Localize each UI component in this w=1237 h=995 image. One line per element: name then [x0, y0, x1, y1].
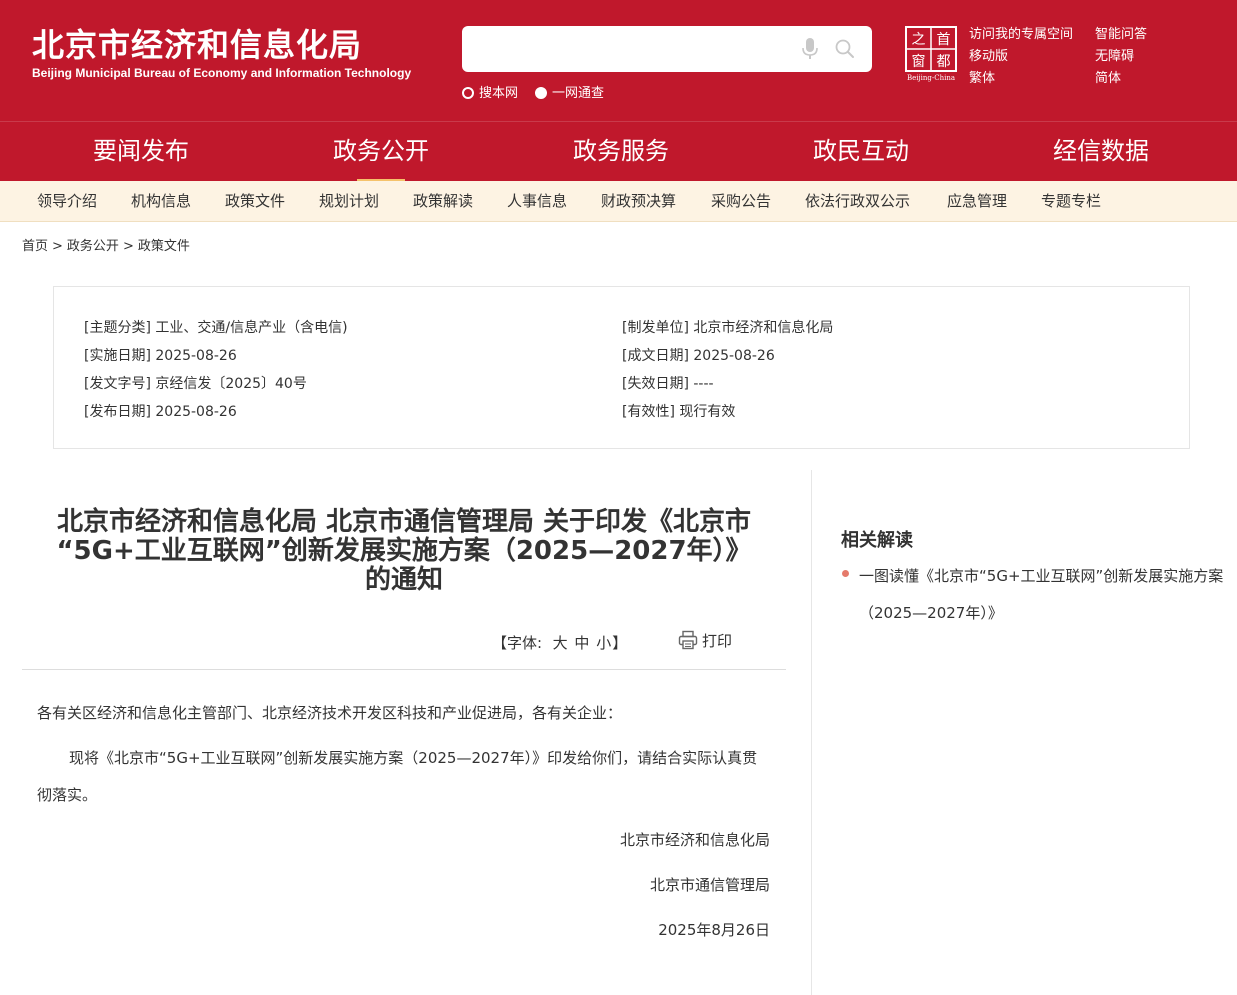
font-small-button[interactable]: 小	[596, 634, 611, 652]
breadcrumb-policy-files[interactable]: 政策文件	[138, 239, 190, 254]
svg-text:首: 首	[937, 32, 951, 48]
search-scope-all[interactable]: 一网通查	[535, 82, 604, 101]
sub-nav-admin-disclosure[interactable]: 依法行政双公示	[805, 181, 910, 221]
article-body: 现将《北京市“5G+工业互联网”创新发展实施方案（2025—2027年）》印发给…	[37, 749, 758, 804]
sub-nav-personnel[interactable]: 人事信息	[507, 181, 567, 221]
breadcrumb-gov-affairs[interactable]: 政务公开	[67, 239, 119, 254]
microphone-icon[interactable]	[802, 38, 818, 60]
info-implement-date: [实施日期] 2025-08-26	[84, 348, 237, 364]
link-mobile[interactable]: 移动版	[969, 45, 1008, 64]
bullet-dot-icon	[842, 570, 849, 577]
breadcrumb-separator: >	[122, 239, 134, 254]
sub-nav-organization[interactable]: 机构信息	[131, 181, 191, 221]
link-smart-qa[interactable]: 智能问答	[1095, 23, 1147, 42]
main-nav-gov-affairs[interactable]: 政务公开	[281, 122, 481, 182]
article-greeting: 各有关区经济和信息化主管部门、北京经济技术开发区科技和产业促进局，各有关企业：	[37, 704, 623, 722]
radio-selected-icon	[535, 86, 547, 99]
sub-nav-policy-interpretation[interactable]: 政策解读	[413, 181, 473, 221]
sub-nav-budget[interactable]: 财政预决算	[601, 181, 676, 221]
signer-bureau: 北京市经济和信息化局	[619, 831, 770, 849]
link-accessibility[interactable]: 无障碍	[1095, 45, 1134, 64]
main-nav-interaction[interactable]: 政民互动	[761, 122, 961, 182]
breadcrumb-separator: >	[52, 239, 63, 254]
info-doc-number: [发文字号] 京经信发〔2025〕40号	[84, 376, 307, 392]
sub-nav-plans[interactable]: 规划计划	[319, 181, 379, 221]
svg-text:Beijing-China: Beijing-China	[907, 74, 955, 82]
article-title: 北京市经济和信息化局 北京市通信管理局 关于印发《北京市 “5G+工业互联网”创…	[22, 508, 786, 595]
font-large-button[interactable]: 大	[553, 634, 568, 652]
sub-nav-topics[interactable]: 专题专栏	[1041, 181, 1101, 221]
related-interpretation-title: 相关解读	[841, 530, 913, 551]
main-nav: 要闻发布 政务公开 政务服务 政民互动 经信数据	[0, 121, 1237, 182]
article-divider	[22, 669, 786, 670]
link-personal-space[interactable]: 访问我的专属空间	[969, 23, 1073, 42]
font-size-control: 【字体: 大 中 小】	[492, 632, 627, 653]
info-issuer: [制发单位] 北京市经济和信息化局	[622, 320, 834, 336]
breadcrumb-home[interactable]: 首页	[22, 239, 48, 254]
main-nav-data[interactable]: 经信数据	[1001, 122, 1201, 182]
printer-icon	[678, 630, 698, 649]
article-title-line: 北京市经济和信息化局 北京市通信管理局 关于印发《北京市	[56, 507, 752, 537]
search-scope-site[interactable]: 搜本网	[462, 82, 518, 101]
link-traditional[interactable]: 繁体	[969, 67, 995, 86]
svg-text:之: 之	[912, 32, 926, 48]
search-scope-all-label: 一网通查	[552, 86, 605, 101]
sub-nav-policy-files[interactable]: 政策文件	[225, 181, 285, 221]
capital-window-logo[interactable]: 之 首 窗 都 Beijing-China	[904, 26, 958, 82]
site-logo-en: Beijing Municipal Bureau of Economy and …	[32, 66, 412, 80]
link-simplified[interactable]: 简体	[1095, 67, 1121, 86]
sub-nav: 领导介绍 机构信息 政策文件 规划计划 政策解读 人事信息 财政预决算 采购公告…	[0, 181, 1237, 222]
print-label: 打印	[702, 632, 733, 650]
font-medium-button[interactable]: 中	[574, 634, 589, 652]
document-info-box	[53, 286, 1190, 449]
sub-nav-emergency[interactable]: 应急管理	[947, 181, 1007, 221]
info-publish-date: [发布日期] 2025-08-26	[84, 404, 237, 420]
print-button[interactable]: 打印	[678, 630, 732, 652]
article-title-line: 的通知	[364, 565, 443, 595]
search-scope-site-label: 搜本网	[479, 86, 519, 101]
sign-date: 2025年8月26日	[658, 921, 770, 939]
info-validity: [有效性] 现行有效	[622, 404, 736, 420]
site-header: 北京市经济和信息化局 Beijing Municipal Bureau of E…	[0, 0, 1237, 121]
article-title-line: “5G+工业互联网”创新发展实施方案（2025—2027年）》	[56, 536, 752, 566]
main-nav-news[interactable]: 要闻发布	[41, 122, 241, 182]
column-divider	[811, 470, 812, 995]
radio-unselected-icon	[462, 86, 474, 99]
sub-nav-leaders[interactable]: 领导介绍	[37, 181, 97, 221]
main-nav-services[interactable]: 政务服务	[521, 122, 721, 182]
info-topic: [主题分类] 工业、交通/信息产业（含电信)	[84, 320, 348, 336]
svg-text:都: 都	[937, 54, 951, 70]
info-expiry-date: [失效日期] ----	[622, 376, 714, 392]
related-link[interactable]: 一图读懂《北京市“5G+工业互联网”创新发展实施方案（2025—2027年）》	[859, 558, 1229, 632]
font-label: 【字体:	[492, 634, 543, 652]
breadcrumb: 首页 > 政务公开 > 政策文件	[22, 235, 190, 254]
font-label-end: 】	[612, 634, 628, 652]
search-icon[interactable]	[834, 38, 856, 60]
signer-comm-admin: 北京市通信管理局	[649, 876, 770, 894]
search-input[interactable]	[474, 34, 798, 66]
sub-nav-procurement[interactable]: 采购公告	[711, 181, 771, 221]
info-written-date: [成文日期] 2025-08-26	[622, 348, 775, 364]
svg-text:窗: 窗	[912, 53, 926, 70]
site-logo-cn[interactable]: 北京市经济和信息化局	[32, 20, 362, 66]
